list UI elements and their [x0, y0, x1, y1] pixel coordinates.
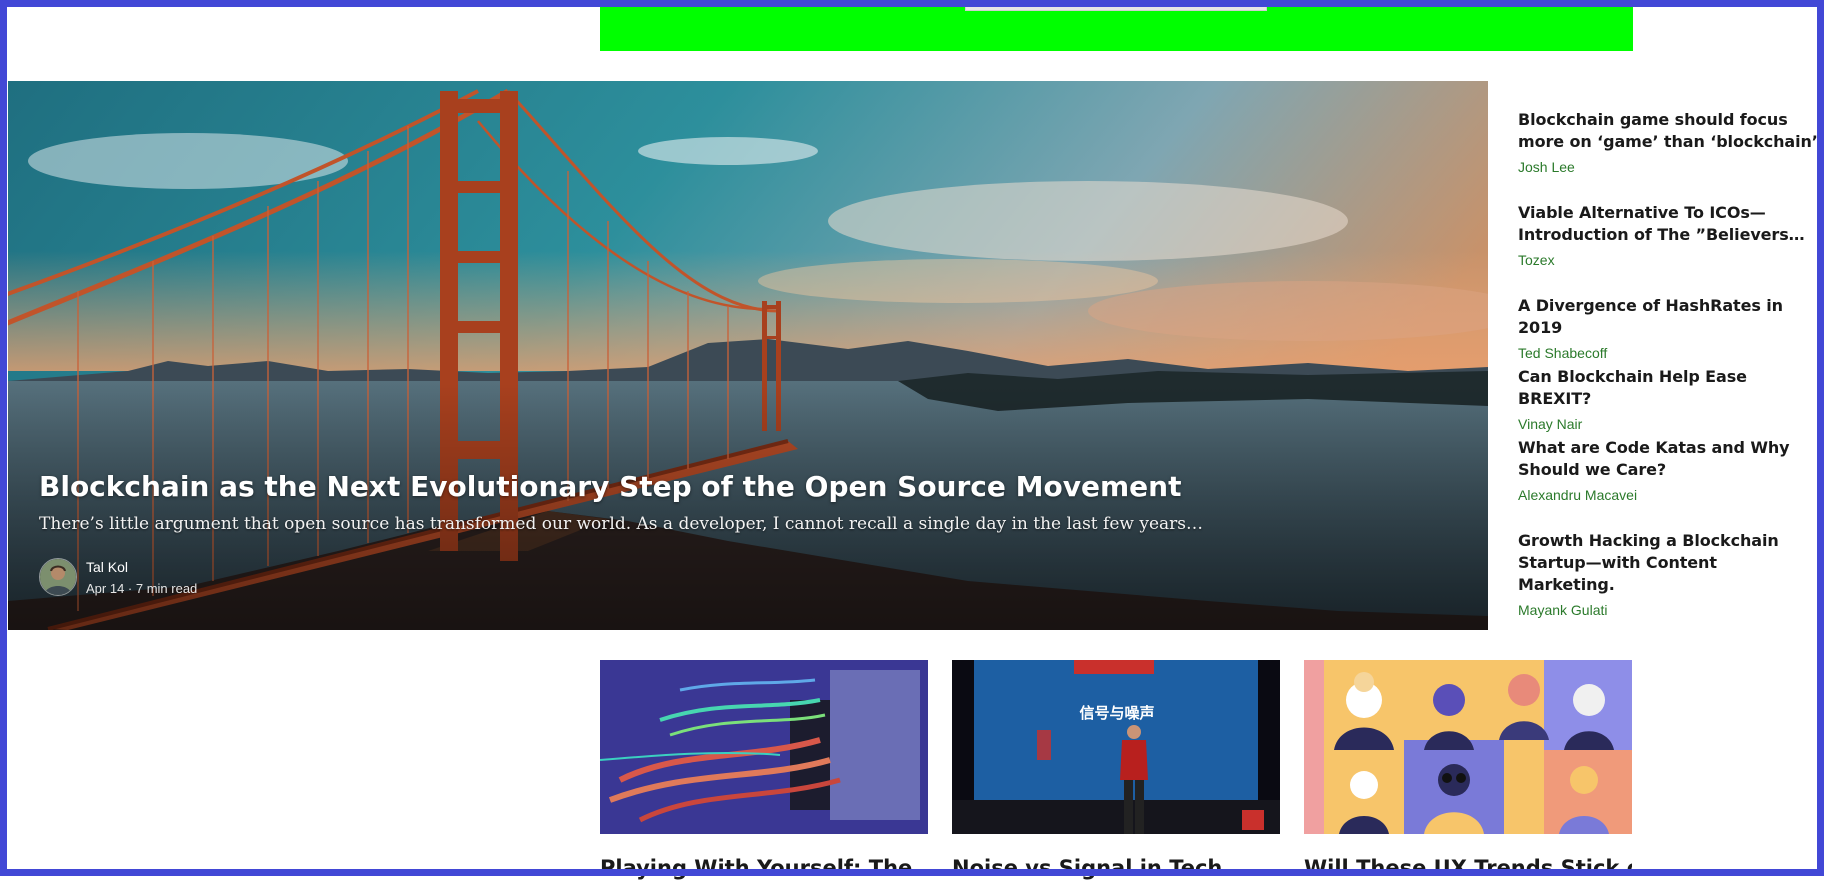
hero-post-meta: Apr 14 · 7 min read — [86, 581, 198, 596]
hero-image-golden-gate-bridge — [8, 81, 1488, 630]
sidebar-story-author[interactable]: Ted Shabecoff — [1518, 345, 1818, 361]
sidebar-story[interactable]: Viable Alternative To ICOs—Introduction … — [1518, 202, 1818, 268]
card-title[interactable]: Playing With Yourself: The — [600, 856, 928, 880]
author-avatar[interactable] — [39, 558, 77, 596]
sidebar-story-author[interactable]: Vinay Nair — [1518, 416, 1818, 432]
hero-author-name[interactable]: Tal Kol — [86, 559, 128, 575]
card-title[interactable]: Will These UX Trends Stick or — [1304, 856, 1632, 880]
sidebar-story[interactable]: What are Code Katas and Why Should we Ca… — [1518, 437, 1818, 503]
sidebar-story[interactable]: Blockchain game should focus more on ‘ga… — [1518, 109, 1818, 175]
sidebar-story-title[interactable]: Viable Alternative To ICOs—Introduction … — [1518, 202, 1818, 246]
hero-title[interactable]: Blockchain as the Next Evolutionary Step… — [39, 470, 1181, 503]
story-card[interactable]: Playing With Yourself: The — [600, 660, 928, 880]
sidebar-story[interactable]: Can Blockchain Help Ease BREXIT? Vinay N… — [1518, 366, 1818, 432]
card-image-stage-talk[interactable]: 信号与噪声 — [952, 660, 1280, 834]
sidebar-story-author[interactable]: Josh Lee — [1518, 159, 1818, 175]
sidebar-story[interactable]: Growth Hacking a Blockchain Startup—with… — [1518, 530, 1818, 618]
sidebar-story[interactable]: A Divergence of HashRates in 2019 Ted Sh… — [1518, 295, 1818, 361]
sidebar-story-author[interactable]: Mayank Gulati — [1518, 602, 1818, 618]
card-title[interactable]: Noise vs Signal in Tech — [952, 856, 1280, 880]
sidebar-story-author[interactable]: Tozex — [1518, 252, 1818, 268]
sidebar-story-title[interactable]: Blockchain game should focus more on ‘ga… — [1518, 109, 1818, 153]
ad-banner[interactable] — [600, 4, 1633, 51]
sidebar-story-title[interactable]: What are Code Katas and Why Should we Ca… — [1518, 437, 1818, 481]
ad-banner-tab — [965, 4, 1267, 11]
hero-featured-story[interactable]: Blockchain as the Next Evolutionary Step… — [8, 81, 1488, 630]
hero-excerpt[interactable]: There’s little argument that open source… — [39, 514, 1203, 534]
card-image-slide-text: 信号与噪声 — [1079, 704, 1154, 722]
sidebar-story-title[interactable]: A Divergence of HashRates in 2019 — [1518, 295, 1818, 339]
story-card[interactable]: Will These UX Trends Stick or — [1304, 660, 1632, 880]
sidebar-story-title[interactable]: Growth Hacking a Blockchain Startup—with… — [1518, 530, 1818, 596]
card-image-server-cables[interactable] — [600, 660, 928, 834]
sidebar-story-author[interactable]: Alexandru Macavei — [1518, 487, 1818, 503]
card-image-people-illustration[interactable] — [1304, 660, 1632, 834]
story-card[interactable]: 信号与噪声 Noise vs Signal in Tech — [952, 660, 1280, 880]
sidebar-story-title[interactable]: Can Blockchain Help Ease BREXIT? — [1518, 366, 1818, 410]
